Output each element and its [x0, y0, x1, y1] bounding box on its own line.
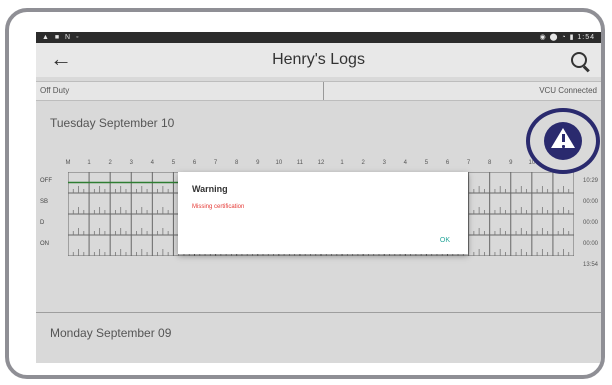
duty-status[interactable]: Off Duty [40, 82, 69, 100]
hour-label: 3 [129, 160, 133, 166]
status-icons-right: ◉ ⬤ ◔ ▮ 1:54 [539, 34, 595, 41]
divider [323, 82, 324, 100]
hour-label: 11 [296, 160, 304, 166]
hour-label: 5 [171, 160, 176, 166]
row-label: D [40, 220, 45, 226]
app-screen: ▲ ■ N ◦ ◉ ⬤ ◔ ▮ 1:54 ← Henry's Logs Off … [36, 32, 601, 363]
hour-label: 9 [256, 160, 260, 166]
hour-label: 8 [487, 160, 492, 166]
search-icon[interactable] [571, 52, 587, 68]
row-total: 13:54 [582, 262, 598, 268]
app-bar: ← Henry's Logs [36, 43, 601, 77]
warning-icon[interactable] [544, 122, 582, 160]
hour-label: 1 [340, 160, 344, 166]
hour-label: 7 [213, 160, 218, 166]
system-status-bar: ▲ ■ N ◦ ◉ ⬤ ◔ ▮ 1:54 [36, 32, 601, 43]
day-header-2[interactable]: Monday September 09 [50, 326, 171, 340]
hour-label: 5 [424, 160, 429, 166]
warning-exclamation-dot [562, 145, 565, 148]
hour-label: 10 [275, 160, 283, 166]
row-total: 00:00 [582, 241, 598, 247]
warning-callout-circle [526, 108, 600, 174]
hour-label: 12 [317, 160, 325, 166]
tablet-frame: ▲ ■ N ◦ ◉ ⬤ ◔ ▮ 1:54 ← Henry's Logs Off … [5, 8, 605, 379]
hour-label: 6 [192, 160, 197, 166]
dialog-message: Missing certification [192, 204, 245, 210]
row-total: 00:00 [582, 220, 598, 226]
hour-label: 1 [87, 160, 91, 166]
row-total: 10:29 [582, 178, 598, 184]
hour-label: 7 [466, 160, 471, 166]
day-header-1[interactable]: Tuesday September 10 [50, 116, 174, 130]
hour-label: 4 [150, 160, 154, 166]
row-label: ON [40, 241, 49, 247]
separator [36, 312, 601, 313]
hour-label: M [65, 160, 71, 166]
hour-label: 6 [445, 160, 450, 166]
row-label: SB [40, 199, 49, 205]
duty-status-row: Off Duty VCU Connected [36, 81, 601, 101]
hour-labels: M1234567891011121234567891011 [65, 160, 574, 170]
dialog-title: Warning [192, 184, 228, 194]
warning-dialog: Warning Missing certification OK [178, 172, 468, 254]
page-title: Henry's Logs [272, 51, 365, 68]
hour-label: 2 [108, 160, 112, 166]
warning-exclamation [562, 134, 565, 142]
ok-button[interactable]: OK [440, 237, 450, 244]
hour-label: 4 [403, 160, 407, 166]
row-label: OFF [40, 178, 52, 184]
hour-label: 3 [382, 160, 386, 166]
hour-label: 8 [234, 160, 239, 166]
vcu-status: VCU Connected [539, 86, 597, 95]
hour-label: 2 [361, 160, 365, 166]
row-total: 00:00 [582, 199, 598, 205]
hour-label: 9 [509, 160, 513, 166]
status-icons-left: ▲ ■ N ◦ [42, 34, 81, 41]
